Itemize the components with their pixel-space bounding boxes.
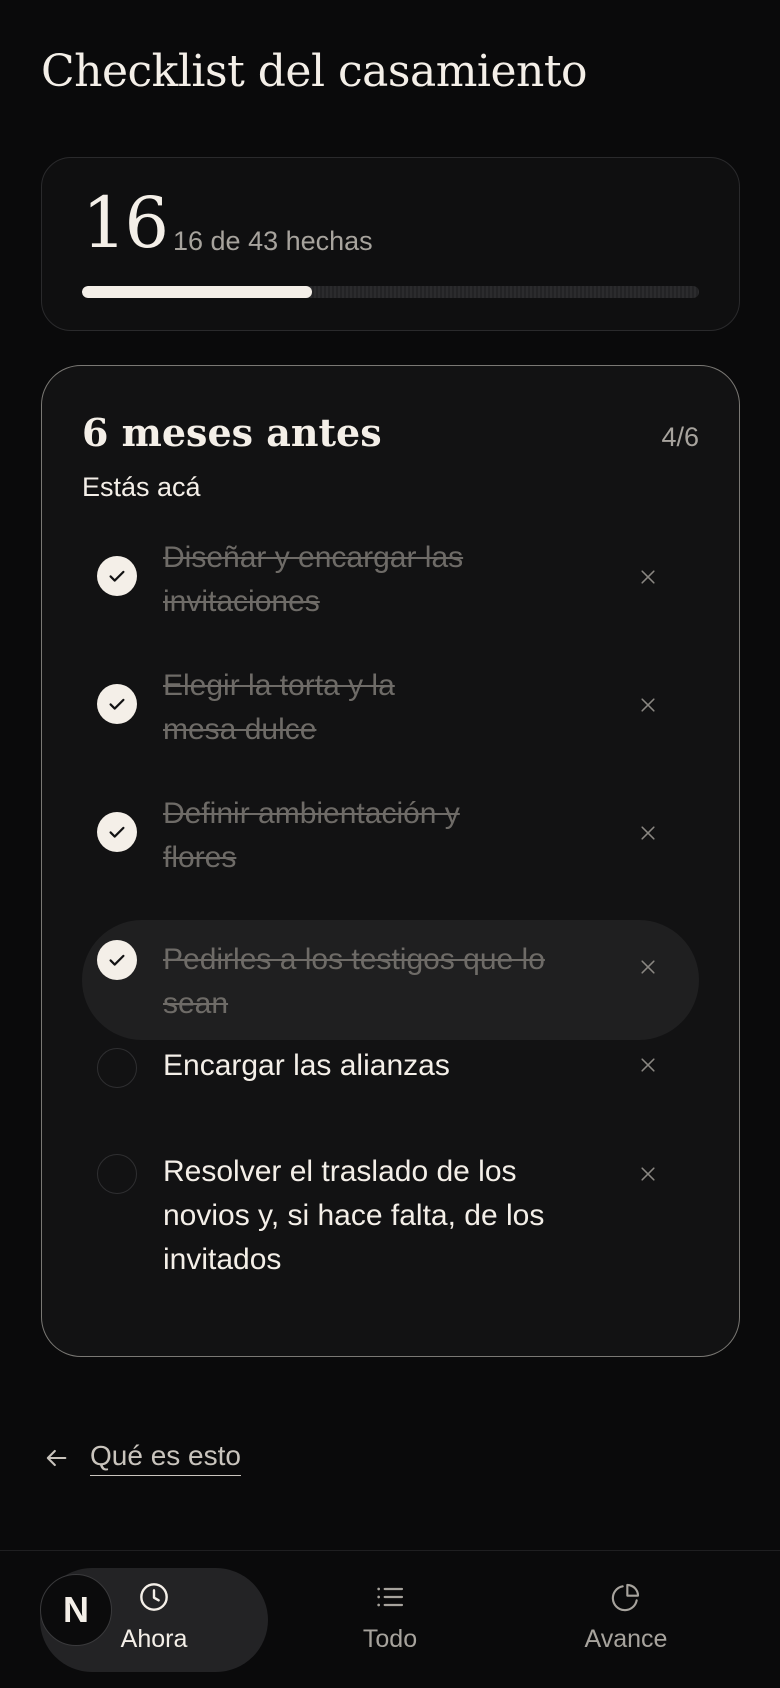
remove-task-button[interactable] (636, 1162, 660, 1186)
task-text: Encargar las alianzas (163, 1049, 450, 1082)
remove-task-button[interactable] (636, 565, 660, 589)
nav-tab-avance[interactable]: Avance (546, 1581, 706, 1654)
nav-tab-label: Ahora (120, 1625, 188, 1653)
list-icon (377, 1587, 404, 1607)
check-icon (109, 570, 125, 582)
task-item[interactable]: Encargar las alianzas (82, 1048, 699, 1126)
what-is-this-label: Qué es esto (90, 1440, 241, 1476)
progress-bar (82, 286, 699, 298)
remove-task-button[interactable] (636, 1053, 660, 1077)
arrow-left-icon (46, 1449, 67, 1467)
task-item[interactable]: Elegir la torta y la mesa dulce (82, 664, 699, 764)
task-item-highlighted[interactable]: Pedirles a los testigos que lo sean (82, 920, 699, 1040)
task-item[interactable]: Diseñar y encargar las invitaciones (82, 536, 699, 636)
checkbox-checked[interactable] (97, 556, 137, 596)
checkbox-checked[interactable] (97, 684, 137, 724)
nav-tab-ahora[interactable]: Ahora (74, 1581, 234, 1654)
checkbox-checked[interactable] (97, 940, 137, 980)
phase-title: 6 meses antes (82, 410, 382, 455)
phase-subtitle: Estás acá (82, 472, 201, 502)
task-text: Diseñar y encargar las invitaciones (163, 541, 464, 618)
progress-count: 16 (82, 182, 169, 264)
task-text: Pedirles a los testigos que lo sean (163, 943, 545, 1020)
progress-bar-fill (82, 286, 312, 298)
task-item[interactable]: Resolver el traslado de los novios y, si… (82, 1154, 699, 1314)
close-icon (641, 1058, 655, 1072)
phase-card: 6 meses antes 4/6 Estás acá Diseñar y en… (41, 365, 740, 1357)
remove-task-button[interactable] (636, 955, 660, 979)
close-icon (641, 698, 655, 712)
task-text: Definir ambientación y flores (163, 797, 460, 874)
nav-tab-label: Avance (584, 1625, 668, 1653)
checkbox-unchecked[interactable] (97, 1048, 137, 1088)
close-icon (641, 570, 655, 584)
remove-task-button[interactable] (636, 821, 660, 845)
what-is-this-link[interactable]: Qué es esto (42, 1440, 241, 1476)
page: Checklist del casamiento 16 16 de 43 hec… (0, 0, 780, 1688)
nav-tab-label: Todo (362, 1625, 418, 1653)
pie-chart-icon (611, 1583, 640, 1612)
bottom-nav: N Ahora Todo Avance (0, 1550, 780, 1688)
close-icon (641, 960, 655, 974)
checkbox-checked[interactable] (97, 812, 137, 852)
progress-card: 16 16 de 43 hechas (41, 157, 740, 331)
remove-task-button[interactable] (636, 693, 660, 717)
close-icon (641, 826, 655, 840)
page-title: Checklist del casamiento (41, 46, 588, 97)
nav-tab-todo[interactable]: Todo (310, 1581, 470, 1654)
task-text: Resolver el traslado de los novios y, si… (163, 1155, 545, 1276)
check-icon (109, 698, 125, 710)
close-icon (641, 1167, 655, 1181)
clock-icon (140, 1583, 168, 1611)
checkbox-unchecked[interactable] (97, 1154, 137, 1194)
check-icon (109, 954, 125, 966)
progress-label: 16 de 43 hechas (173, 226, 373, 256)
check-icon (109, 826, 125, 838)
task-text: Elegir la torta y la mesa dulce (163, 669, 395, 746)
task-item[interactable]: Definir ambientación y flores (82, 792, 699, 892)
phase-count: 4/6 (661, 422, 699, 452)
